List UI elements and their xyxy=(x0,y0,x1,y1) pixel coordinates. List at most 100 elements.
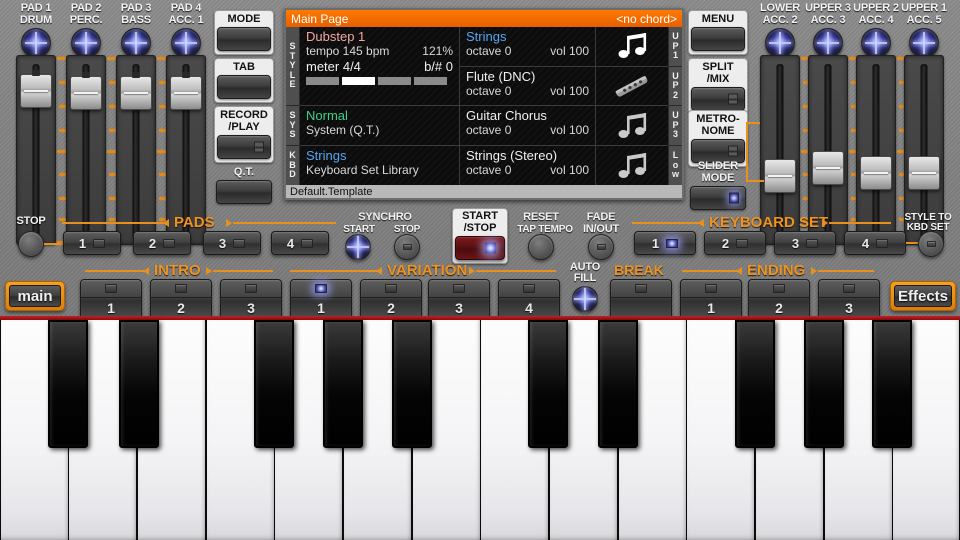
lcd-system-cell[interactable]: Normal System (Q.T.) xyxy=(300,106,460,145)
keyboard-set-button-1-led-icon xyxy=(666,239,678,248)
black-key[interactable] xyxy=(48,320,88,448)
reset-tap-tempo-knob[interactable] xyxy=(528,234,554,260)
upper2-acc4-slider[interactable] xyxy=(856,55,896,245)
upper2-cell[interactable]: Flute (DNC) octave 0 vol 100 xyxy=(460,67,596,106)
variation-button-4[interactable]: 4 xyxy=(498,279,560,319)
pad-button-4[interactable]: 4 xyxy=(271,231,329,255)
lcd-row-system[interactable]: Normal System (Q.T.) Guitar Chorus octav… xyxy=(300,106,668,146)
lcd-track-upper1[interactable]: Strings octave 0 vol 100 xyxy=(460,27,668,67)
black-key[interactable] xyxy=(392,320,432,448)
intro-button-3[interactable]: 3 xyxy=(220,279,282,319)
lcd-row-keyboard-set[interactable]: Strings Keyboard Set Library Strings (St… xyxy=(300,146,668,185)
main-button-label: main xyxy=(17,288,52,305)
lcd-style-cell[interactable]: Dubstep 1 tempo 145 bpm 121% meter 4/4 b… xyxy=(300,27,460,105)
upper3-cell[interactable]: Guitar Chorus octave 0 vol 100 xyxy=(460,106,596,145)
pad-1-slider-handle[interactable] xyxy=(20,74,52,108)
piano-keyboard[interactable] xyxy=(0,320,960,540)
upper1-acc5-handle[interactable] xyxy=(908,156,940,190)
split-mix-button[interactable]: SPLIT /MIX xyxy=(688,58,748,115)
upper3-acc3-led[interactable] xyxy=(813,28,843,58)
intro-button-1[interactable]: 1 xyxy=(80,279,142,319)
upper1-cell[interactable]: Strings octave 0 vol 100 xyxy=(460,27,596,66)
style-transpose: b/# 0 xyxy=(424,59,453,74)
pad-2-slider[interactable] xyxy=(66,55,106,245)
pad-2-slider-handle[interactable] xyxy=(70,76,102,110)
synchro-stop-knob[interactable] xyxy=(394,234,420,260)
lcd-display[interactable]: Main Page <no chord> S T Y L E S Y S xyxy=(284,8,684,200)
pad-button-2[interactable]: 2 xyxy=(133,231,191,255)
pad-button-3[interactable]: 3 xyxy=(203,231,261,255)
qt-button-switch[interactable] xyxy=(216,180,272,204)
start-stop-button[interactable]: START /STOP xyxy=(452,208,508,264)
lcd-kbdset-cell[interactable]: Strings Keyboard Set Library xyxy=(300,146,460,185)
keyboard-set-button-1[interactable]: 1 xyxy=(634,231,696,255)
metronome-label-line2: NOME xyxy=(691,125,745,137)
black-key[interactable] xyxy=(119,320,159,448)
effects-button[interactable]: Effects xyxy=(890,281,956,311)
pad-3-slider-handle[interactable] xyxy=(120,76,152,110)
ending-button-3[interactable]: 3 xyxy=(818,279,880,319)
start-stop-switch[interactable] xyxy=(455,236,505,260)
upper2-acc4-led[interactable] xyxy=(861,28,891,58)
main-button[interactable]: main xyxy=(5,281,65,311)
pad-3-slider[interactable] xyxy=(116,55,156,245)
split-mix-switch[interactable] xyxy=(691,87,745,111)
variation-rule-right xyxy=(476,270,556,272)
lower-acc2-led[interactable] xyxy=(765,28,795,58)
intro-button-3-top xyxy=(221,280,281,298)
black-key[interactable] xyxy=(598,320,638,448)
pad-button-2-led-icon xyxy=(163,239,175,248)
variation-button-3[interactable]: 3 xyxy=(428,279,490,319)
effects-button-inner[interactable]: Effects xyxy=(894,285,952,307)
keyboard-set-button-3[interactable]: 3 xyxy=(774,231,836,255)
keyboard-set-button-4[interactable]: 4 xyxy=(844,231,906,255)
black-key[interactable] xyxy=(735,320,775,448)
main-button-inner[interactable]: main xyxy=(9,285,61,307)
keyboard-set-button-2[interactable]: 2 xyxy=(704,231,766,255)
ending-button-2[interactable]: 2 xyxy=(748,279,810,319)
pad-button-1[interactable]: 1 xyxy=(63,231,121,255)
ending-button-1[interactable]: 1 xyxy=(680,279,742,319)
slider-mode-button[interactable]: SLIDER MODE xyxy=(688,158,748,213)
upper2-acc4-handle[interactable] xyxy=(860,156,892,190)
intro-button-2[interactable]: 2 xyxy=(150,279,212,319)
pad-2-led[interactable] xyxy=(71,28,101,58)
break-button[interactable] xyxy=(610,279,672,319)
record-play-button[interactable]: RECORD /PLAY xyxy=(214,106,274,163)
record-play-switch[interactable] xyxy=(217,135,271,159)
pad-3-led[interactable] xyxy=(121,28,151,58)
synchro-start-led[interactable] xyxy=(345,234,371,260)
qt-button[interactable]: Q.T. xyxy=(214,164,274,207)
pad-4-led[interactable] xyxy=(171,28,201,58)
style-to-kbd-set-knob[interactable] xyxy=(918,231,944,257)
black-key[interactable] xyxy=(528,320,568,448)
black-key[interactable] xyxy=(254,320,294,448)
pad-1-led[interactable] xyxy=(21,28,51,58)
break-section-label: BREAK xyxy=(614,262,664,278)
pad-4-slider-handle[interactable] xyxy=(170,76,202,110)
tab-button-switch[interactable] xyxy=(217,75,271,99)
black-key[interactable] xyxy=(872,320,912,448)
menu-button[interactable]: MENU xyxy=(688,10,748,55)
black-key[interactable] xyxy=(804,320,844,448)
menu-button-switch[interactable] xyxy=(691,27,745,51)
upper1-sound-name: Strings xyxy=(466,29,589,44)
variation-button-2[interactable]: 2 xyxy=(360,279,422,319)
fade-in-out-knob[interactable] xyxy=(588,234,614,260)
upper1-acc5-led[interactable] xyxy=(909,28,939,58)
auto-fill-led[interactable] xyxy=(572,286,598,312)
lower-acc2-handle[interactable] xyxy=(764,159,796,193)
upper3-acc3-handle[interactable] xyxy=(812,151,844,185)
variation-button-1[interactable]: 1 xyxy=(290,279,352,319)
stop-label: STOP xyxy=(8,216,54,228)
lcd-track-upper2[interactable]: Flute (DNC) octave 0 vol 100 xyxy=(460,67,668,106)
lower-cell[interactable]: Strings (Stereo) octave 0 vol 100 xyxy=(460,146,596,185)
stop-knob[interactable] xyxy=(18,231,44,257)
black-key[interactable] xyxy=(323,320,363,448)
lcd-row-style[interactable]: Dubstep 1 tempo 145 bpm 121% meter 4/4 b… xyxy=(300,27,668,106)
mode-button[interactable]: MODE xyxy=(214,10,274,55)
slider-mode-switch[interactable] xyxy=(690,186,746,210)
mode-button-switch[interactable] xyxy=(217,27,271,51)
lcd-rows: Dubstep 1 tempo 145 bpm 121% meter 4/4 b… xyxy=(300,27,668,185)
tab-button[interactable]: TAB xyxy=(214,58,274,103)
